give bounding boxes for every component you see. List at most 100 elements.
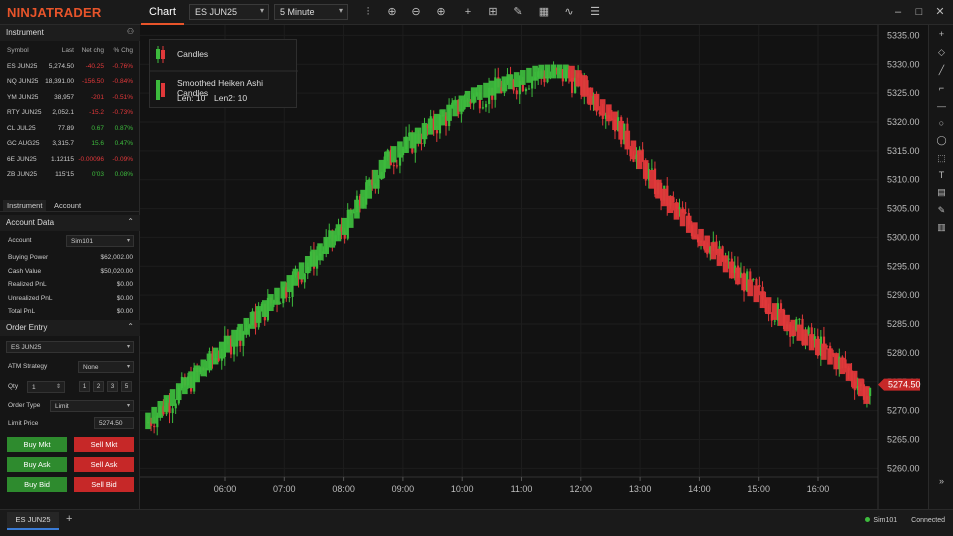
tab-chart[interactable]: Chart xyxy=(141,0,184,25)
row-symbol: CL JUL25 xyxy=(7,124,36,132)
atm-select[interactable]: None ▾ xyxy=(78,361,134,373)
heiken-ashi-candle xyxy=(292,268,299,286)
maximize-icon[interactable]: □ xyxy=(912,4,926,20)
heiken-ashi-candle xyxy=(661,188,667,207)
zoom-out-icon[interactable]: ⊖ xyxy=(408,4,424,20)
circle-icon[interactable]: ○ xyxy=(935,118,948,131)
qty-preset-2[interactable]: 2 xyxy=(93,381,104,392)
heiken-ashi-candle xyxy=(747,279,753,297)
heiken-ashi-candle xyxy=(630,140,637,160)
zoom-in-icon[interactable]: ⊕ xyxy=(384,4,400,20)
candle-body xyxy=(672,197,675,203)
app-window: NINJATRADER Chart ES JUN25 ▾ 5 Minute ▾ ⫶ … xyxy=(0,0,953,536)
buy-bid-button[interactable]: Buy Bid xyxy=(7,477,67,492)
trash-icon[interactable]: ▥ xyxy=(935,222,948,235)
table-header: Symbol Last Net chg % Chg xyxy=(0,43,140,59)
heiken-ashi-candle xyxy=(415,127,422,144)
heiken-ashi-candle xyxy=(544,64,551,79)
tab-instrument[interactable]: Instrument xyxy=(3,200,47,211)
crosshair-icon[interactable]: + xyxy=(460,4,476,20)
qty-stepper[interactable]: 1 ⇕ xyxy=(27,381,65,393)
table-row[interactable]: NQ JUN25 18,391.00 -156.50 -0.84% xyxy=(0,74,140,90)
heiken-ashi-candle xyxy=(329,230,336,248)
heiken-ashi-candle xyxy=(372,169,379,189)
qty-preset-1[interactable]: 1 xyxy=(79,381,90,392)
account-header[interactable]: Account Data ⌃ xyxy=(0,215,140,231)
y-tick-label: 5335.00 xyxy=(887,30,920,40)
table-row[interactable]: YM JUN25 38,957 -201 -0.51% xyxy=(0,90,140,106)
note-icon[interactable]: ▤ xyxy=(935,187,948,200)
legend-param-len: Len: 10 xyxy=(177,93,206,103)
zoom-icon[interactable]: ⊕ xyxy=(433,4,449,20)
qty-label: Qty xyxy=(8,383,19,390)
heiken-ashi-candle xyxy=(464,90,471,108)
bar-type-icon[interactable]: ⫶ xyxy=(360,4,376,20)
text-icon[interactable]: T xyxy=(935,170,948,183)
heiken-ashi-candle xyxy=(347,209,354,228)
limit-price-input[interactable]: 5274.50 xyxy=(94,417,134,429)
y-tick-label: 5305.00 xyxy=(887,204,920,214)
row-symbol: 6E JUN25 xyxy=(7,155,37,163)
close-icon[interactable]: ✕ xyxy=(933,4,947,20)
double-chevron-icon[interactable]: » xyxy=(935,476,948,489)
stepper-icon[interactable]: ⇕ xyxy=(56,383,61,390)
table-row[interactable]: RTY JUN25 2,052.1 -15.2 -0.73% xyxy=(0,105,140,121)
templates-icon[interactable]: ▦ xyxy=(536,4,552,20)
y-tick-label: 5295.00 xyxy=(887,261,920,271)
row-last: 18,391.00 xyxy=(45,78,74,85)
user-icon[interactable]: ⚇ xyxy=(127,27,134,36)
account-select[interactable]: Sim101 ▾ xyxy=(66,235,134,247)
interval-select[interactable]: 5 Minute ▾ xyxy=(274,4,348,20)
heiken-ashi-candle xyxy=(421,123,428,140)
line-icon[interactable]: ╱ xyxy=(935,65,948,78)
plus-icon[interactable]: + xyxy=(935,29,948,42)
drawing-tools-icon[interactable]: ✎ xyxy=(510,4,526,20)
heiken-ashi-candle xyxy=(728,261,735,279)
account-value-row: Unrealized PnL $0.00 xyxy=(0,292,140,306)
properties-icon[interactable]: ☰ xyxy=(587,4,603,20)
table-row[interactable]: 6E JUN25 1.12115 -0.00096 -0.09% xyxy=(0,152,140,168)
sell-bid-button[interactable]: Sell Bid xyxy=(74,477,134,492)
diamond-icon[interactable]: ◇ xyxy=(935,47,948,60)
instrument-select[interactable]: ES JUN25 ▾ xyxy=(189,4,269,20)
order-instrument-select[interactable]: ES JUN25 ▾ xyxy=(6,341,134,353)
account-key: Total PnL xyxy=(8,308,36,315)
ray-icon[interactable]: ⌐ xyxy=(935,83,948,96)
tab-account[interactable]: Account xyxy=(50,200,85,211)
circle-outline-icon[interactable]: ◯ xyxy=(935,135,948,148)
candle-body xyxy=(825,345,829,347)
y-tick-label: 5265.00 xyxy=(887,434,920,444)
grid-icon[interactable]: ⊞ xyxy=(485,4,501,20)
buy-ask-button[interactable]: Buy Ask xyxy=(7,457,67,472)
table-row[interactable]: ES JUN25 5,274.50 -40.25 -0.76% xyxy=(0,59,140,75)
workspace-tab[interactable]: ES JUN25 xyxy=(7,512,59,530)
col-pct: % Chg xyxy=(113,47,133,54)
sell-mkt-button[interactable]: Sell Mkt xyxy=(74,437,134,452)
horizontal-line-icon[interactable]: — xyxy=(935,101,948,114)
x-tick-label: 11:00 xyxy=(511,484,533,494)
table-row[interactable]: GC AUG25 3,315.7 15.6 0.47% xyxy=(0,136,140,152)
rect-icon[interactable]: ⬚ xyxy=(935,153,948,166)
table-row[interactable]: CL JUL25 77.89 0.67 0.87% xyxy=(0,121,140,137)
sell-ask-button[interactable]: Sell Ask xyxy=(74,457,134,472)
pencil-icon[interactable]: ✎ xyxy=(935,205,948,218)
minimize-icon[interactable]: – xyxy=(891,4,905,20)
indicators-icon[interactable]: ∿ xyxy=(561,4,577,20)
qty-preset-5[interactable]: 5 xyxy=(121,381,132,392)
buy-mkt-button[interactable]: Buy Mkt xyxy=(7,437,67,452)
account-key: Buying Power xyxy=(8,254,49,261)
table-row[interactable]: ZB JUN25 115'15 0'03 0.08% xyxy=(0,167,140,183)
heiken-ashi-candle xyxy=(495,78,502,94)
add-tab-icon[interactable]: + xyxy=(66,513,72,525)
order-header[interactable]: Order Entry ⌃ xyxy=(0,320,140,336)
qty-preset-3[interactable]: 3 xyxy=(107,381,118,392)
account-val: $62,002.00 xyxy=(100,254,133,261)
order-type-select[interactable]: Limit ▾ xyxy=(50,400,134,412)
heiken-ashi-candle xyxy=(458,95,465,112)
chart-panel[interactable]: 5335.00 5330.00 5325.00 5320.00 5315.00 5310.… xyxy=(140,25,921,509)
account-title: Account Data xyxy=(6,218,55,227)
account-value-row: Total PnL $0.00 xyxy=(0,305,140,319)
heiken-ashi-candle xyxy=(778,309,784,326)
candle-body xyxy=(392,165,395,167)
heiken-ashi-candle xyxy=(722,255,729,273)
